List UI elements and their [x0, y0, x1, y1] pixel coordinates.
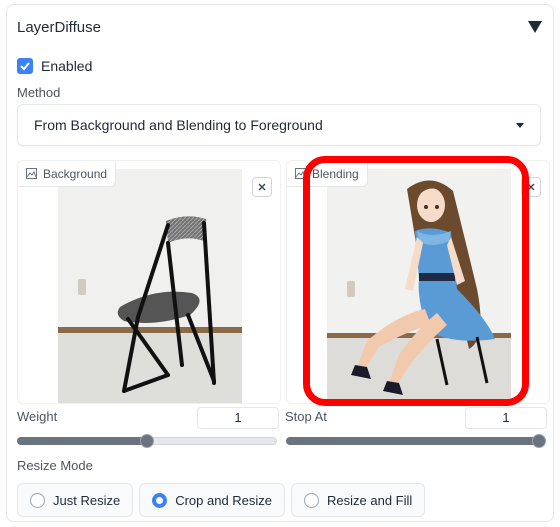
radio-label: Resize and Fill [327, 492, 413, 508]
radio-button[interactable] [304, 492, 320, 508]
blending-image-input[interactable]: Blending [286, 160, 550, 404]
stop-at-slider-fill [286, 437, 545, 445]
checkmark-icon [20, 62, 30, 71]
layerdiffuse-panel: LayerDiffuse Enabled Method From Backgro… [6, 4, 554, 522]
dropdown-caret-icon [516, 122, 524, 128]
collapse-triangle-icon[interactable] [527, 20, 543, 34]
resize-option-crop-and-resize[interactable]: Crop and Resize [139, 483, 286, 517]
enabled-toggle[interactable]: Enabled [17, 58, 92, 74]
weight-slider-fill [17, 437, 147, 445]
close-icon [258, 183, 266, 191]
panel-title: LayerDiffuse [17, 19, 101, 36]
blending-label: Blending [312, 166, 359, 181]
chair-photo [58, 169, 242, 403]
anime-girl-on-chair-image [327, 169, 511, 403]
image-icon [26, 168, 37, 179]
radio-button[interactable] [152, 492, 168, 508]
background-image-input[interactable]: Background [17, 160, 281, 404]
weight-label: Weight [17, 409, 58, 424]
image-icon [295, 168, 306, 179]
enabled-label: Enabled [41, 58, 93, 74]
stop-at-slider-thumb[interactable] [532, 434, 546, 448]
method-value: From Background and Blending to Foregrou… [34, 117, 323, 133]
close-icon [527, 183, 535, 191]
method-label: Method [17, 85, 61, 100]
stop-at-slider[interactable] [286, 434, 546, 448]
resize-option-just-resize[interactable]: Just Resize [17, 483, 134, 517]
radio-button[interactable] [30, 492, 45, 508]
radio-label: Crop and Resize [175, 492, 273, 508]
weight-input[interactable]: 1 [197, 407, 279, 429]
background-tag: Background [18, 161, 117, 187]
weight-slider-thumb[interactable] [140, 434, 154, 448]
clear-blending-button[interactable] [521, 177, 541, 197]
method-dropdown[interactable]: From Background and Blending to Foregrou… [17, 104, 541, 146]
stop-at-input[interactable]: 1 [465, 407, 547, 429]
resize-option-resize-and-fill[interactable]: Resize and Fill [291, 483, 426, 517]
resize-mode-label: Resize Mode [17, 458, 93, 473]
clear-background-button[interactable] [252, 177, 272, 197]
stop-at-label: Stop At [285, 409, 327, 424]
radio-label: Just Resize [53, 492, 121, 508]
resize-mode-options: Just Resize Crop and Resize Resize and Fil… [17, 483, 426, 517]
background-label: Background [43, 166, 108, 181]
blending-tag: Blending [287, 161, 368, 187]
weight-slider[interactable] [17, 434, 277, 448]
enabled-checkbox[interactable] [17, 58, 33, 74]
